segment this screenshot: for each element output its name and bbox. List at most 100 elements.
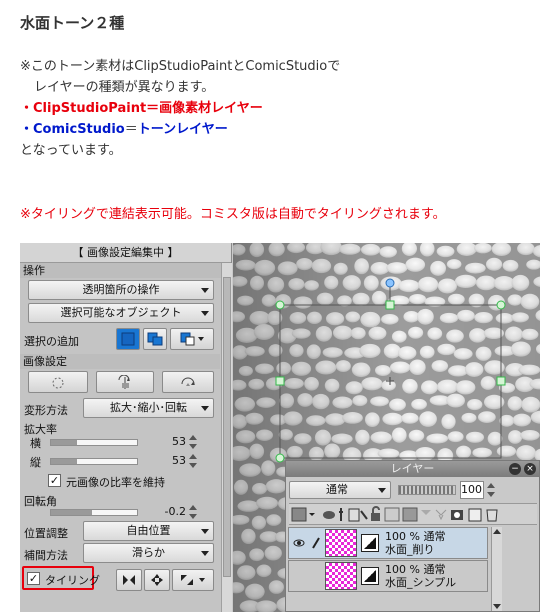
width-spinner[interactable] bbox=[188, 435, 198, 449]
layer-mask-thumbnail bbox=[361, 567, 379, 585]
tiling-diagonal-icon bbox=[181, 575, 205, 585]
bullet: ・ bbox=[20, 122, 34, 137]
width-label: 横 bbox=[30, 437, 41, 450]
chevron-down-icon bbox=[201, 406, 209, 411]
subtract-squares-icon bbox=[180, 332, 204, 346]
comicstudio-name: ComicStudio bbox=[33, 122, 125, 137]
layer-row[interactable]: 100 % 通常 水面_削り bbox=[288, 527, 488, 559]
edge-handle-top[interactable] bbox=[385, 300, 395, 310]
chevron-down-icon bbox=[378, 488, 386, 493]
clipstudio-layer-type: ClipStudioPaint＝画像素材レイヤー bbox=[33, 101, 263, 116]
corner-handle-tl[interactable] bbox=[275, 300, 285, 310]
interp-dropdown[interactable]: 滑らか bbox=[83, 543, 214, 563]
position-dropdown[interactable]: 自由位置 bbox=[83, 521, 214, 541]
chevron-down-icon bbox=[201, 288, 209, 293]
section-rotation: 回転角 bbox=[24, 495, 57, 508]
position-label: 位置調整 bbox=[24, 527, 68, 540]
transparent-op-dropdown[interactable]: 透明箇所の操作 bbox=[28, 280, 214, 300]
layer-palette: レイヤー − × 通常 100 100 % 通常 水面_削り 100 % 通常 … bbox=[285, 460, 540, 612]
layer-opacity: 100 % bbox=[385, 563, 420, 576]
layer-mode: 通常 bbox=[423, 563, 446, 576]
blend-mode-dropdown[interactable]: 通常 bbox=[289, 481, 391, 499]
flip-horizontal-button[interactable] bbox=[96, 371, 154, 393]
corner-handle-tr[interactable] bbox=[496, 300, 506, 310]
layer-opacity: 100 % bbox=[385, 530, 420, 543]
pen-icon bbox=[312, 537, 320, 549]
transform-label: 変形方法 bbox=[24, 404, 68, 417]
selection-add-label: 選択の追加 bbox=[24, 335, 79, 348]
rotation-handle[interactable] bbox=[385, 278, 395, 288]
description-line-5: となっています。 bbox=[20, 143, 122, 158]
tiling-mode-mirror-button[interactable] bbox=[144, 569, 170, 591]
layer-name: 水面_シンプル bbox=[385, 576, 457, 589]
height-label: 縦 bbox=[30, 456, 41, 469]
tiling-repeat-icon bbox=[123, 575, 135, 585]
chevron-down-icon bbox=[201, 311, 209, 316]
rotation-value[interactable]: -0.2 bbox=[162, 505, 186, 518]
height-spinner[interactable] bbox=[188, 454, 198, 468]
minimize-icon[interactable]: − bbox=[509, 463, 521, 475]
software-screenshot: 【 画像設定編集中 】 操作 透明箇所の操作 選択可能なオブジェクト 選択の追加… bbox=[20, 243, 540, 612]
tool-property-panel: 【 画像設定編集中 】 操作 透明箇所の操作 選択可能なオブジェクト 選択の追加… bbox=[20, 243, 232, 612]
layer-name: 水面_削り bbox=[385, 543, 435, 556]
square-icon bbox=[121, 332, 135, 346]
layer-mode: 通常 bbox=[423, 530, 446, 543]
flip-rotate-icon bbox=[181, 377, 195, 386]
eye-icon[interactable] bbox=[293, 538, 305, 548]
tiling-mirror-icon bbox=[151, 574, 163, 586]
interp-label: 補間方法 bbox=[24, 549, 68, 562]
layer-toolbar bbox=[289, 503, 537, 525]
keep-ratio-label: 元画像の比率を維持 bbox=[66, 476, 165, 489]
height-value[interactable]: 53 bbox=[162, 454, 186, 467]
page-title: 水面トーン２種 bbox=[20, 14, 125, 32]
opacity-value[interactable]: 100 bbox=[460, 481, 484, 499]
rotation-spinner[interactable] bbox=[188, 505, 198, 519]
panel-scrollbar[interactable] bbox=[221, 263, 232, 612]
layer-thumbnail bbox=[325, 529, 357, 557]
corner-handle-bl[interactable] bbox=[275, 453, 285, 463]
panel-title: 【 画像設定編集中 】 bbox=[20, 243, 231, 263]
rotate-dotted-icon bbox=[52, 377, 64, 389]
rotate-tool-button[interactable] bbox=[28, 371, 88, 393]
transform-dropdown[interactable]: 拡大･縮小･回転 bbox=[83, 398, 214, 418]
layer-palette-title: レイヤー bbox=[390, 462, 435, 475]
tiling-note: ※タイリングで連結表示可能。コミスタ版は自動でタイリングされます。 bbox=[20, 207, 446, 222]
tiling-mode-diagonal-button[interactable] bbox=[172, 569, 214, 591]
tiling-label: タイリング bbox=[45, 574, 100, 587]
width-slider[interactable] bbox=[50, 439, 138, 446]
chevron-down-icon bbox=[201, 529, 209, 534]
selection-subtract-button[interactable] bbox=[170, 328, 214, 350]
selectable-objects-dropdown[interactable]: 選択可能なオブジェクト bbox=[28, 303, 214, 323]
bullet: ・ bbox=[20, 101, 34, 116]
section-operation: 操作 bbox=[20, 263, 231, 278]
scrollbar-thumb[interactable] bbox=[223, 277, 231, 577]
selection-new-button[interactable] bbox=[116, 328, 140, 350]
rotation-slider[interactable] bbox=[50, 509, 138, 516]
height-slider[interactable] bbox=[50, 458, 138, 465]
opacity-slider[interactable] bbox=[398, 485, 456, 495]
equals-sign: ＝ bbox=[124, 122, 138, 137]
chevron-down-icon bbox=[201, 551, 209, 556]
tiling-checkbox[interactable]: ✓ bbox=[27, 572, 40, 585]
selection-add-button[interactable] bbox=[143, 328, 167, 350]
layer-scrollbar[interactable] bbox=[491, 527, 502, 611]
description-line-2: レイヤーの種類が異なります。 bbox=[34, 80, 215, 95]
close-icon[interactable]: × bbox=[524, 463, 536, 475]
description-line-1: ※このトーン素材はClipStudioPaintとComicStudioで bbox=[20, 59, 341, 74]
layer-thumbnail bbox=[325, 562, 357, 590]
layer-row[interactable]: 100 % 通常 水面_シンプル bbox=[288, 560, 488, 592]
flip-vertical-button[interactable] bbox=[162, 371, 214, 393]
layer-mask-thumbnail bbox=[361, 534, 379, 552]
comicstudio-layer-type: トーンレイヤー bbox=[137, 122, 228, 137]
keep-ratio-checkbox[interactable]: ✓ bbox=[48, 474, 61, 487]
flip-icon bbox=[118, 374, 130, 389]
add-squares-icon bbox=[147, 332, 163, 346]
width-value[interactable]: 53 bbox=[162, 435, 186, 448]
edge-handle-right[interactable] bbox=[496, 376, 506, 386]
edge-handle-left[interactable] bbox=[275, 376, 285, 386]
description-line-4: ・ComicStudio＝トーンレイヤー bbox=[20, 119, 340, 140]
section-image-settings: 画像設定 bbox=[20, 354, 220, 369]
tiling-mode-repeat-button[interactable] bbox=[116, 569, 142, 591]
layer-toolbar-icons bbox=[291, 506, 498, 522]
opacity-spinner[interactable] bbox=[486, 483, 496, 497]
